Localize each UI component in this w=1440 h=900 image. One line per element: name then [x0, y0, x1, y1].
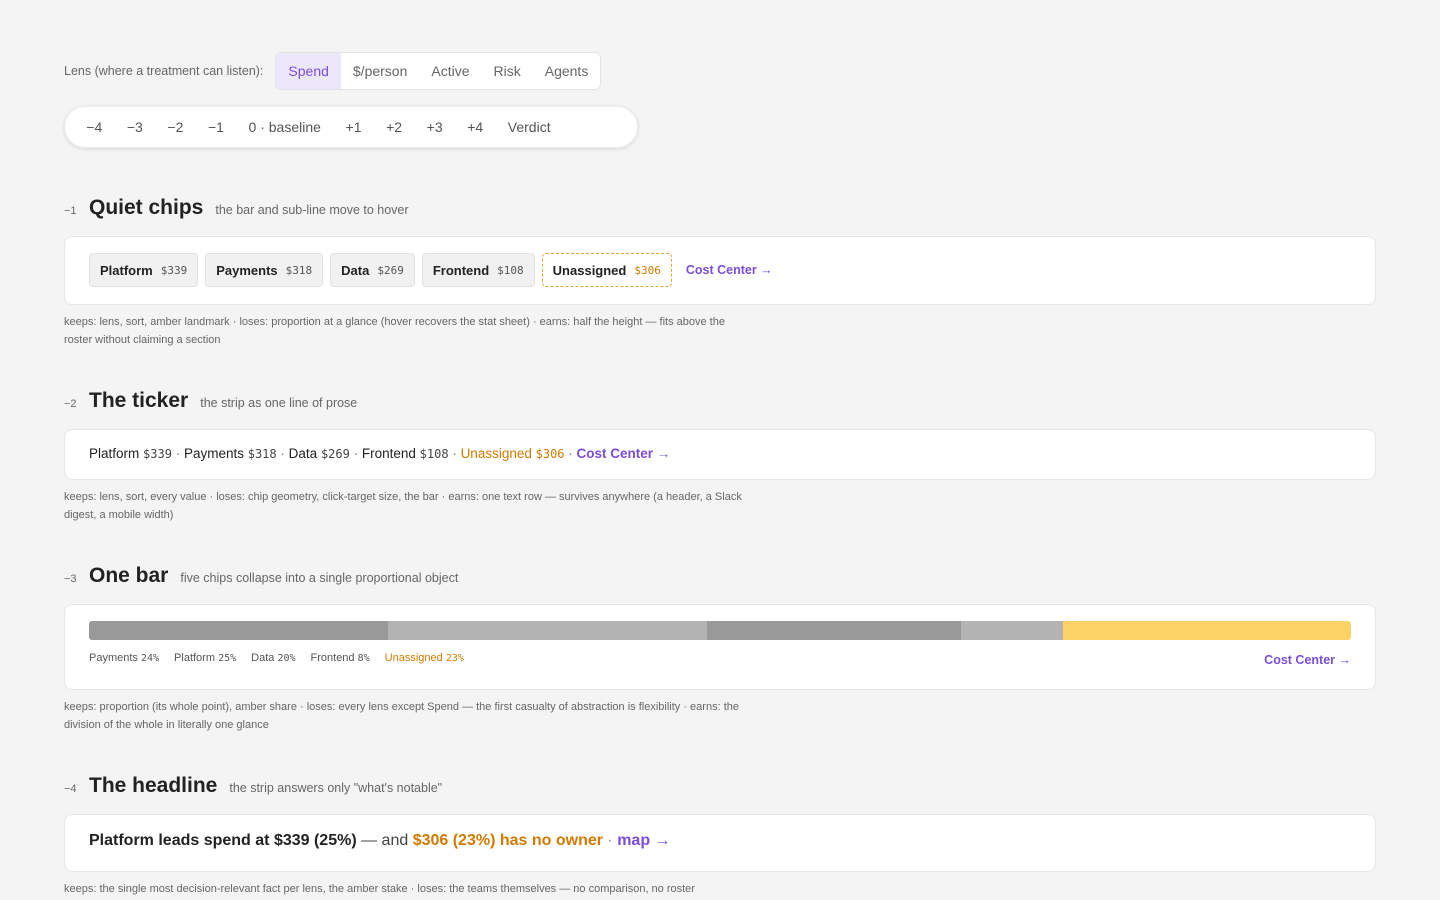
section-header-headline: −4 The headline the strip answers only "…: [64, 774, 442, 798]
ticker-separator: ·: [349, 446, 362, 461]
team-chip-unassigned[interactable]: Unassigned $306: [541, 253, 672, 287]
chip-value: $318: [285, 263, 313, 277]
section-title: One bar: [89, 564, 169, 587]
lens-selector: Lens (where a treatment can listen): Spe…: [64, 52, 602, 90]
ticker-separator: ·: [171, 446, 184, 461]
proportional-bar[interactable]: [89, 621, 1351, 640]
bar-segment-platform[interactable]: [388, 621, 708, 640]
cost-center-link[interactable]: Cost Center →: [1264, 653, 1351, 667]
cost-center-link[interactable]: Cost Center →: [577, 446, 671, 461]
map-link[interactable]: map →: [617, 832, 670, 849]
chip-name: Data: [341, 262, 370, 278]
step-minus-3[interactable]: −3: [115, 119, 156, 135]
lens-label: Lens (where a treatment can listen):: [64, 64, 264, 78]
ticker-item-data[interactable]: Data $269: [289, 446, 350, 461]
section-title: The ticker: [89, 389, 189, 412]
step-verdict[interactable]: Verdict: [495, 119, 562, 135]
legend-item-payments: Payments 24%: [89, 652, 160, 664]
section-title: Quiet chips: [89, 196, 204, 219]
bar-legend: Payments 24% Platform 25% Data 20% Front…: [89, 652, 479, 664]
section-subtitle: the strip answers only "what's notable": [229, 781, 443, 795]
headline-lead: Platform leads spend at $339 (25%): [89, 832, 357, 849]
section-subtitle: the bar and sub-line move to hover: [215, 203, 409, 217]
cost-center-link[interactable]: Cost Center →: [686, 263, 773, 277]
step-plus-2[interactable]: +2: [374, 119, 415, 135]
chip-name: Frontend: [432, 262, 490, 278]
bar-segment-unassigned[interactable]: [1063, 621, 1351, 640]
lens-active-button[interactable]: Active: [419, 53, 481, 89]
legend-item-unassigned: Unassigned 23%: [384, 652, 464, 664]
chip-name: Payments: [216, 262, 278, 278]
legend-item-data: Data 20%: [251, 652, 296, 664]
section-note: keeps: proportion (its whole point), amb…: [64, 701, 739, 731]
team-chip-platform[interactable]: Platform $339: [89, 253, 199, 287]
ticker-item-frontend[interactable]: Frontend $108: [362, 446, 449, 461]
chip-value: $306: [634, 263, 661, 277]
bar-segment-payments[interactable]: [89, 621, 389, 640]
section-header-ticker: −2 The ticker the strip as one line of p…: [64, 389, 357, 413]
section-header-one-bar: −3 One bar five chips collapse into a si…: [64, 564, 458, 588]
ticker-line: Platform $339 · Payments $318 · Data $26…: [89, 446, 670, 461]
headline-separator: ·: [602, 832, 618, 849]
chip-value: $269: [377, 263, 404, 277]
step-plus-4[interactable]: +4: [455, 119, 496, 135]
chip-value: $339: [160, 263, 188, 277]
ticker-item-unassigned[interactable]: Unassigned $306: [461, 446, 565, 461]
legend-item-frontend: Frontend 8%: [310, 652, 370, 664]
headline-card: Platform leads spend at $339 (25%) — and…: [64, 814, 1376, 872]
ticker-item-payments[interactable]: Payments $318: [184, 446, 277, 461]
section-number: −4: [64, 783, 77, 795]
team-chip-frontend[interactable]: Frontend $108: [421, 253, 535, 287]
bar-segment-frontend[interactable]: [961, 621, 1064, 640]
lens-agents-button[interactable]: Agents: [533, 53, 601, 89]
chip-name: Platform: [100, 262, 153, 278]
step-minus-4[interactable]: −4: [74, 119, 115, 135]
section-note: keeps: the single most decision-relevant…: [64, 883, 695, 895]
section-number: −3: [64, 573, 77, 585]
section-number: −2: [64, 398, 77, 410]
lens-button-group: Spend $/person Active Risk Agents: [275, 52, 602, 90]
quiet-chips-card: Platform $339 Payments $318 Data $269 Fr…: [64, 236, 1376, 305]
step-plus-1[interactable]: +1: [333, 119, 374, 135]
step-plus-3[interactable]: +3: [414, 119, 455, 135]
step-minus-2[interactable]: −2: [155, 119, 196, 135]
ticker-separator: ·: [276, 446, 289, 461]
one-bar-card: Payments 24% Platform 25% Data 20% Front…: [64, 604, 1376, 690]
team-chip-payments[interactable]: Payments $318: [205, 253, 324, 287]
chip-row: Platform $339 Payments $318 Data $269 Fr…: [89, 253, 773, 287]
section-note: keeps: lens, sort, amber landmark · lose…: [64, 316, 725, 346]
section-note: keeps: lens, sort, every value · loses: …: [64, 491, 742, 521]
ticker-separator: ·: [564, 446, 577, 461]
chip-name: Unassigned: [552, 262, 627, 278]
ticker-card: Platform $339 · Payments $318 · Data $26…: [64, 429, 1376, 480]
step-nav: −4 −3 −2 −1 0 · baseline +1 +2 +3 +4 Ver…: [64, 106, 638, 148]
ticker-item-platform[interactable]: Platform $339: [89, 446, 172, 461]
section-subtitle: five chips collapse into a single propor…: [180, 571, 459, 585]
section-title: The headline: [89, 774, 218, 797]
chip-value: $108: [497, 263, 524, 277]
lens-per-person-button[interactable]: $/person: [341, 53, 419, 89]
headline-connector: — and: [356, 832, 413, 849]
section-subtitle: the strip as one line of prose: [200, 396, 358, 410]
step-minus-1[interactable]: −1: [196, 119, 237, 135]
bar-segment-data[interactable]: [707, 621, 962, 640]
section-number: −1: [64, 205, 77, 217]
lens-spend-button[interactable]: Spend: [276, 53, 341, 89]
headline-unassigned: $306 (23%) has no owner: [412, 832, 603, 849]
lens-risk-button[interactable]: Risk: [482, 53, 533, 89]
ticker-separator: ·: [448, 446, 461, 461]
legend-item-platform: Platform 25%: [174, 652, 237, 664]
step-baseline[interactable]: 0 · baseline: [236, 119, 333, 135]
section-header-quiet-chips: −1 Quiet chips the bar and sub-line move…: [64, 196, 409, 220]
team-chip-data[interactable]: Data $269: [330, 253, 415, 287]
headline-sentence: Platform leads spend at $339 (25%) — and…: [89, 832, 671, 850]
